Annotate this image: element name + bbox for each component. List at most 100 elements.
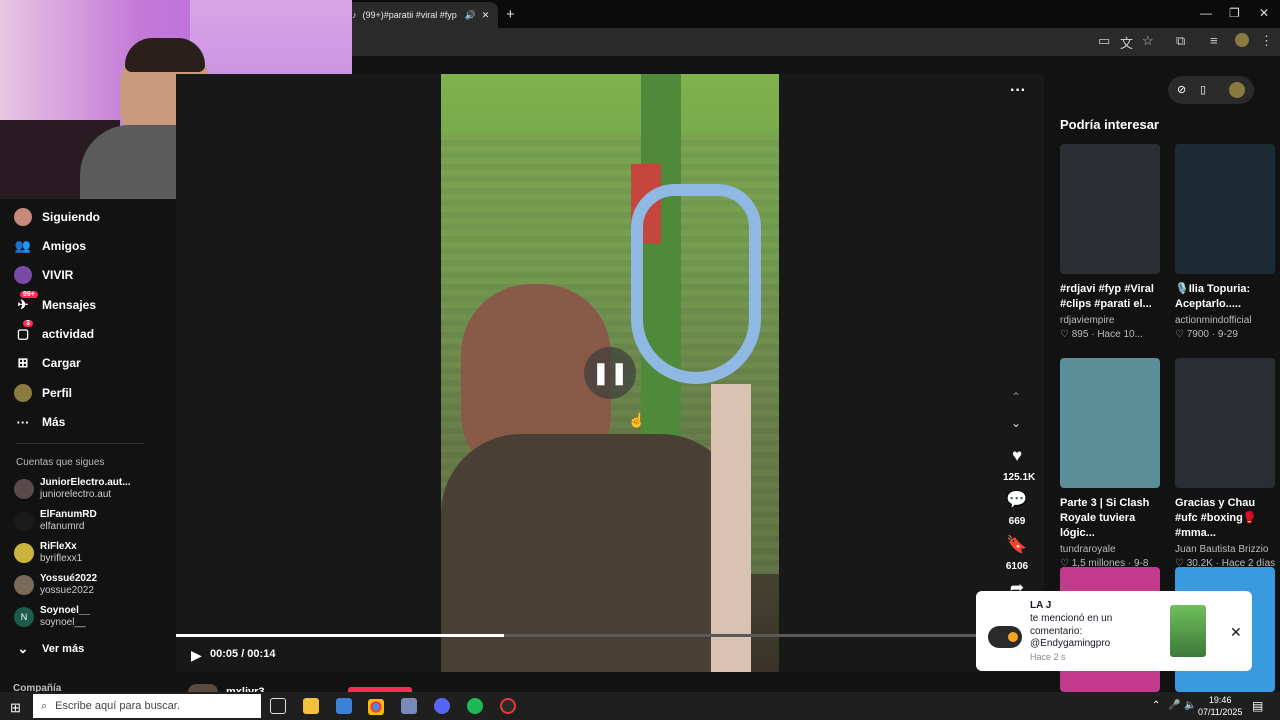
tray-chevron-icon[interactable]: ⌃ bbox=[1152, 700, 1160, 711]
pause-icon: ❚❚ bbox=[591, 360, 629, 385]
video-options-icon[interactable]: ··· bbox=[1010, 82, 1026, 100]
sidebar-item-messages[interactable]: ✈ 99+ Mensajes bbox=[14, 291, 97, 314]
see-more-link[interactable]: ⌄ Ver más bbox=[14, 640, 85, 658]
sidebar-item-label: Siguiendo bbox=[42, 210, 100, 224]
divider bbox=[16, 443, 144, 444]
extensions-icon[interactable]: ⧉ bbox=[1176, 33, 1185, 49]
sidebar-item-live[interactable]: VIVIR bbox=[14, 266, 73, 284]
pause-button[interactable]: ❚❚ bbox=[584, 347, 636, 399]
sidebar-item-label: VIVIR bbox=[42, 268, 74, 282]
bookmark-action[interactable]: 🔖 6106 bbox=[1003, 535, 1031, 572]
recommend-card[interactable]: 🎙️Ilia Topuria: Aceptarlo..... actionmin… bbox=[1175, 144, 1279, 340]
notification-sender: LA J bbox=[1030, 600, 1052, 611]
menu-dots-icon[interactable]: ⋮ bbox=[1260, 33, 1273, 49]
sidebar-item-profile[interactable]: Perfil bbox=[14, 384, 72, 402]
recommend-card[interactable]: Gracias y Chau #ufc #boxing🥊 #mma... Jua… bbox=[1175, 358, 1279, 569]
play-icon[interactable]: ▶ bbox=[191, 647, 202, 664]
profile-icon[interactable] bbox=[1235, 33, 1249, 47]
avatar bbox=[14, 575, 34, 595]
sidebar-item-label: Perfil bbox=[42, 386, 73, 400]
media-icon[interactable]: ≡ bbox=[1210, 33, 1218, 48]
file-explorer-icon[interactable] bbox=[303, 698, 319, 714]
minimize-button[interactable]: — bbox=[1200, 6, 1212, 20]
avatar: N bbox=[14, 607, 34, 627]
followed-account[interactable]: ElFanumRD elfanumrd bbox=[14, 509, 97, 533]
chevron-down-icon: ⌄ bbox=[17, 641, 29, 656]
bookmark-icon: 🔖 bbox=[1006, 535, 1028, 554]
chevron-down-icon[interactable]: ⌄ bbox=[1011, 416, 1021, 430]
comment-action[interactable]: 💬 669 bbox=[1003, 490, 1031, 527]
phone-icon[interactable]: ▯ bbox=[1200, 83, 1206, 96]
more-dots-icon: ··· bbox=[16, 414, 30, 430]
new-tab-button[interactable]: + bbox=[506, 6, 515, 23]
recommend-card[interactable]: #rdjavi #fyp #Viral #clips #parati el...… bbox=[1060, 144, 1164, 340]
volume-icon[interactable]: 🔈 bbox=[1184, 700, 1196, 711]
comment-icon: 💬 bbox=[1006, 490, 1028, 509]
windows-start-icon[interactable]: ⊞ bbox=[10, 700, 21, 716]
author-name[interactable]: mxlivr3 bbox=[226, 685, 265, 692]
comment-count: 669 bbox=[1008, 516, 1026, 527]
tab-title: (99+)#paratii #viral #fyp qu bbox=[362, 10, 459, 20]
search-icon: ⌕ bbox=[41, 699, 48, 712]
compass-icon[interactable]: ⊘ bbox=[1177, 83, 1186, 96]
spotify-icon[interactable] bbox=[467, 698, 483, 714]
recommend-title: Podría interesar bbox=[1060, 117, 1159, 132]
heart-icon: ♥ bbox=[1011, 446, 1023, 465]
restore-button[interactable]: ❐ bbox=[1229, 6, 1240, 20]
sidebar-item-label: Cargar bbox=[42, 356, 81, 370]
cursor-icon: ☝ bbox=[628, 412, 646, 428]
sidebar-item-activity[interactable]: ▢ 3 actividad bbox=[14, 320, 94, 343]
sidebar-item-more[interactable]: ··· Más bbox=[14, 413, 66, 431]
sidebar-item-upload[interactable]: ⊞ Cargar bbox=[14, 354, 81, 372]
heart-outline-icon: ♡ bbox=[1060, 329, 1072, 340]
chevron-up-icon[interactable]: ⌃ bbox=[1011, 390, 1021, 404]
notifications-icon[interactable]: ▤ bbox=[1252, 699, 1263, 713]
task-view-icon[interactable] bbox=[270, 698, 286, 714]
card-thumbnail bbox=[1060, 358, 1160, 488]
obs-icon[interactable] bbox=[500, 698, 516, 714]
notification-body: te mencionó en un comentario: @Endygamin… bbox=[1030, 613, 1113, 649]
sidebar-item-following[interactable]: Siguiendo bbox=[14, 208, 100, 226]
bookmark-star-icon[interactable]: ☆ bbox=[1142, 33, 1154, 49]
taskbar-search[interactable]: ⌕ Escribe aquí para buscar. bbox=[33, 694, 261, 718]
live-icon bbox=[14, 266, 32, 284]
followed-account[interactable]: N Soynoel__ soynoel__ bbox=[14, 605, 90, 629]
avatar bbox=[14, 511, 34, 531]
card-thumbnail bbox=[1175, 144, 1275, 274]
card-thumbnail bbox=[1060, 144, 1160, 274]
upload-icon: ⊞ bbox=[17, 355, 29, 370]
author-avatar[interactable] bbox=[188, 684, 218, 692]
recommend-card[interactable]: Parte 3 | Si Clash Royale tuviera lógic.… bbox=[1060, 358, 1164, 569]
chrome-icon[interactable] bbox=[368, 699, 384, 715]
cast-icon[interactable]: ▭ bbox=[1098, 33, 1110, 49]
discord-icon[interactable] bbox=[434, 698, 450, 714]
microphone-icon[interactable]: 🎤 bbox=[1168, 700, 1180, 711]
following-avatar-icon bbox=[14, 208, 32, 226]
tab-close-icon[interactable]: ✕ bbox=[482, 10, 490, 21]
arm bbox=[711, 384, 751, 672]
store-icon[interactable] bbox=[336, 698, 352, 714]
sidebar-item-label: Mensajes bbox=[42, 298, 97, 312]
followed-account[interactable]: JuniorElectro.aut... juniorelectro.aut bbox=[14, 477, 131, 501]
app-icon[interactable] bbox=[401, 698, 417, 714]
close-icon[interactable]: ✕ bbox=[1230, 624, 1242, 641]
profile-avatar-icon bbox=[14, 384, 32, 402]
notification-thumbnail bbox=[1170, 605, 1206, 657]
translate-icon[interactable]: 文 bbox=[1120, 33, 1133, 52]
user-avatar[interactable] bbox=[1229, 82, 1245, 98]
sidebar-item-friends[interactable]: 👥 Amigos bbox=[14, 237, 86, 255]
webcam-hair bbox=[125, 38, 205, 72]
browser-tab[interactable]: ♪ (99+)#paratii #viral #fyp qu 🔊 ✕ bbox=[344, 2, 498, 28]
tiktok-icon: ♪ bbox=[352, 10, 357, 20]
followed-account[interactable]: Yossué2022 yossue2022 bbox=[14, 573, 97, 597]
speaker-icon[interactable]: 🔊 bbox=[465, 10, 476, 21]
taskbar-clock[interactable]: 19:46 07/11/2025 bbox=[1198, 694, 1242, 718]
messages-icon: ✈ 99+ bbox=[14, 291, 38, 314]
followed-account[interactable]: RiFleXx byriflexx1 bbox=[14, 541, 82, 565]
activity-badge: 3 bbox=[23, 320, 33, 327]
avatar bbox=[14, 479, 34, 499]
following-section-title: Cuentas que sigues bbox=[16, 457, 105, 468]
notification-time: Hace 2 s bbox=[1030, 652, 1066, 662]
like-action[interactable]: ♥ 125.1K bbox=[1003, 446, 1035, 483]
window-close-button[interactable]: ✕ bbox=[1259, 6, 1269, 20]
